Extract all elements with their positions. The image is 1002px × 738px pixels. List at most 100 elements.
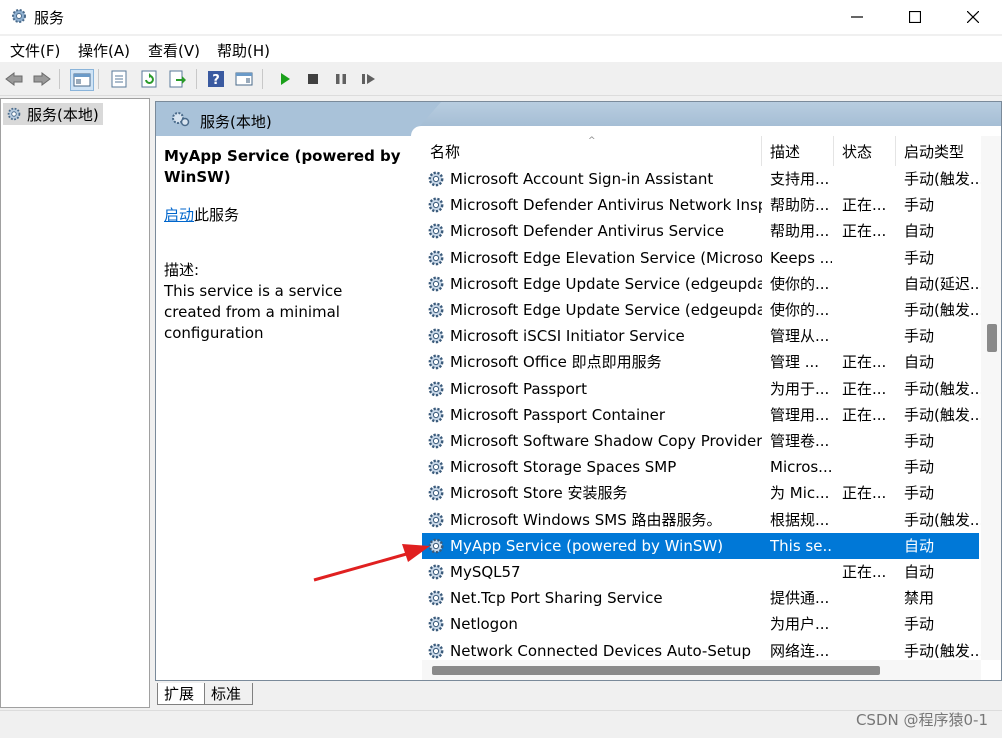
properties-icon bbox=[111, 70, 127, 88]
service-row[interactable]: Microsoft Windows SMS 路由器服务。 根据规... 手动(触发.… bbox=[422, 507, 982, 533]
service-row[interactable]: Microsoft Edge Update Service (edgeupdat… bbox=[422, 297, 982, 323]
show-hide-console-tree-button[interactable] bbox=[70, 69, 94, 91]
help-button[interactable]: ? bbox=[205, 69, 227, 89]
horizontal-scroll-thumb[interactable] bbox=[432, 666, 880, 675]
action-pane-icon bbox=[235, 72, 253, 86]
service-description: 使你的... bbox=[770, 301, 830, 319]
menu-view[interactable]: 查看(V) bbox=[148, 40, 200, 61]
menu-action[interactable]: 操作(A) bbox=[78, 40, 130, 61]
service-row[interactable]: Microsoft Software Shadow Copy Provider 管… bbox=[422, 428, 979, 454]
service-gear-icon bbox=[428, 354, 444, 370]
service-row[interactable]: Microsoft Account Sign-in Assistant 支持用..… bbox=[422, 166, 982, 192]
column-header-description[interactable]: 描述 bbox=[762, 136, 834, 166]
service-gear-icon bbox=[428, 564, 444, 580]
minimize-button[interactable] bbox=[828, 0, 886, 34]
forward-arrow-icon bbox=[33, 72, 51, 86]
close-button[interactable] bbox=[944, 0, 1002, 34]
pane-title: 服务(本地) bbox=[200, 113, 272, 131]
tab-extended[interactable]: 扩展 bbox=[157, 683, 205, 705]
service-row[interactable]: Microsoft Edge Elevation Service (Micros… bbox=[422, 245, 979, 271]
service-gear-icon bbox=[428, 171, 444, 187]
service-row[interactable]: Microsoft Passport Container 管理用... 正在... 手… bbox=[422, 402, 982, 428]
service-status: 正在... bbox=[842, 563, 887, 581]
service-startup-type: 自动(延迟... bbox=[904, 274, 982, 293]
service-gear-icon bbox=[428, 459, 444, 475]
service-description: 支持用... bbox=[770, 170, 830, 188]
service-gear-icon bbox=[428, 223, 444, 239]
toolbar-separator bbox=[59, 69, 60, 89]
service-startup-type: 手动 bbox=[904, 615, 935, 634]
service-name: Microsoft Passport Container bbox=[450, 405, 666, 424]
back-arrow-icon bbox=[5, 72, 23, 86]
services-gear-icon bbox=[12, 9, 26, 23]
service-row[interactable]: Microsoft Storage Spaces SMP Micros... 手动 bbox=[422, 454, 979, 480]
service-gear-icon bbox=[428, 590, 444, 606]
column-header-label: 启动类型 bbox=[904, 142, 965, 161]
service-status bbox=[842, 297, 890, 323]
service-gear-icon bbox=[428, 197, 444, 213]
resume-service-button[interactable] bbox=[358, 69, 380, 89]
pane-header: 服务(本地) bbox=[156, 102, 1001, 136]
service-description: 根据规... bbox=[770, 510, 830, 529]
service-status bbox=[842, 245, 890, 271]
horizontal-scrollbar[interactable] bbox=[422, 660, 981, 680]
service-gear-icon bbox=[428, 250, 444, 265]
vertical-scrollbar[interactable] bbox=[981, 136, 1001, 660]
service-description: 管理 ... bbox=[770, 353, 820, 372]
column-header-label: 状态 bbox=[842, 142, 873, 161]
start-service-line: 启动此服务 bbox=[164, 205, 404, 226]
column-header-startup-type[interactable]: 启动类型 bbox=[896, 136, 986, 166]
show-action-pane-button[interactable] bbox=[233, 69, 255, 89]
service-name: Microsoft Defender Antivirus Network Ins… bbox=[450, 196, 762, 215]
service-row[interactable]: MyApp Service (powered by WinSW) This se.… bbox=[422, 532, 979, 559]
properties-button[interactable] bbox=[108, 69, 130, 89]
service-name: Microsoft Store 安装服务 bbox=[450, 484, 628, 503]
start-service-link[interactable]: 启动 bbox=[164, 206, 194, 224]
service-description: 为用于... bbox=[770, 379, 830, 398]
service-row[interactable]: Microsoft Edge Update Service (edgeupdat… bbox=[422, 271, 982, 297]
back-button[interactable] bbox=[3, 69, 25, 89]
refresh-button[interactable] bbox=[138, 69, 160, 89]
forward-button[interactable] bbox=[31, 69, 53, 89]
service-status bbox=[842, 533, 890, 559]
tab-standard[interactable]: 标准 bbox=[205, 683, 253, 705]
service-name: Microsoft Edge Update Service (edgeupdat… bbox=[450, 301, 762, 319]
export-list-button[interactable] bbox=[166, 69, 188, 89]
service-startup-type: 手动 bbox=[904, 432, 935, 450]
stop-service-button[interactable] bbox=[302, 69, 324, 89]
service-startup-type: 手动(触发... bbox=[904, 379, 982, 398]
menu-help[interactable]: 帮助(H) bbox=[217, 40, 270, 61]
help-icon: ? bbox=[208, 71, 224, 88]
maximize-icon bbox=[909, 11, 921, 23]
svg-text:?: ? bbox=[212, 73, 220, 88]
service-gear-icon bbox=[428, 433, 444, 449]
maximize-button[interactable] bbox=[886, 0, 944, 34]
service-row[interactable]: Microsoft Office 即点即用服务 管理 ... 正在... 自动 bbox=[422, 349, 979, 375]
service-description: 管理用... bbox=[770, 405, 830, 424]
services-pane: 服务(本地) MyApp Service (powered by WinSW) … bbox=[155, 101, 1002, 681]
column-header-status[interactable]: 状态 bbox=[834, 136, 896, 166]
service-row[interactable]: Microsoft Passport 为用于... 正在... 手动(触发... bbox=[422, 376, 982, 402]
pause-service-button[interactable] bbox=[330, 69, 352, 89]
service-row[interactable]: MySQL57 正在... 自动 bbox=[422, 559, 979, 585]
service-gear-icon bbox=[428, 643, 444, 658]
service-description: 为用户... bbox=[770, 615, 830, 634]
service-description-panel: MyApp Service (powered by WinSW) 启动此服务 描… bbox=[164, 146, 404, 344]
service-row[interactable]: Microsoft Defender Antivirus Service 帮助用.… bbox=[422, 218, 979, 244]
service-status bbox=[842, 323, 890, 349]
service-gear-icon bbox=[428, 616, 444, 632]
service-row[interactable]: Microsoft iSCSI Initiator Service 管理从... 手… bbox=[422, 323, 979, 349]
service-name: Microsoft Passport bbox=[450, 379, 587, 398]
service-status bbox=[842, 271, 890, 297]
tree-item-services-local[interactable]: 服务(本地) bbox=[3, 103, 103, 125]
service-description: 管理从... bbox=[770, 327, 830, 346]
service-row[interactable]: Net.Tcp Port Sharing Service 提供通... 禁用 bbox=[422, 585, 979, 611]
start-service-button[interactable] bbox=[274, 69, 296, 89]
menu-file[interactable]: 文件(F) bbox=[10, 40, 60, 61]
services-search-icon bbox=[172, 112, 190, 127]
service-row[interactable]: Netlogon 为用户... 手动 bbox=[422, 611, 979, 637]
vertical-scroll-thumb[interactable] bbox=[987, 324, 997, 353]
service-row[interactable]: Microsoft Defender Antivirus Network Ins… bbox=[422, 192, 979, 218]
service-row[interactable]: Microsoft Store 安装服务 为 Mic... 正在... 手动 bbox=[422, 480, 979, 506]
column-header-name[interactable]: 名称 bbox=[422, 136, 762, 166]
